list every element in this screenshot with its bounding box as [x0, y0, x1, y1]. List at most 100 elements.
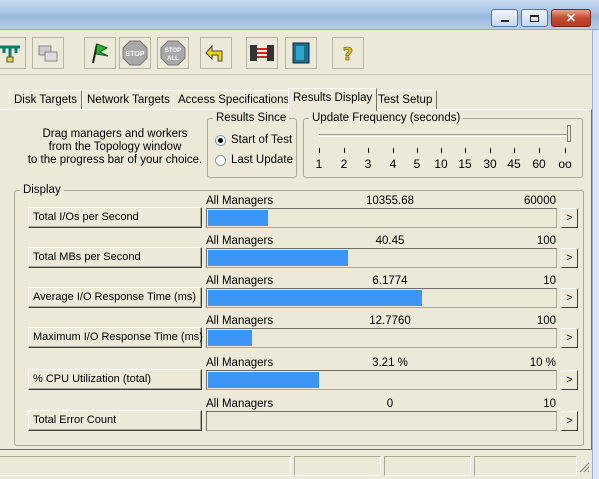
expand-arrow-button[interactable]: > — [561, 208, 578, 228]
stop-all-button[interactable]: STOP ALL — [157, 37, 189, 69]
workers-icon — [250, 45, 274, 61]
slider-tick-label: 45 — [507, 157, 521, 171]
copy-worker-button[interactable] — [32, 37, 64, 69]
metric-select-button[interactable]: % CPU Utilization (total) — [28, 369, 202, 390]
source-label: All Managers — [206, 195, 274, 207]
tab-network-targets[interactable]: Network Targets — [82, 90, 175, 110]
help-button[interactable]: ? — [332, 37, 364, 69]
expand-arrow-button[interactable]: > — [561, 288, 578, 308]
progress-bar[interactable] — [206, 411, 557, 431]
source-label: All Managers — [206, 235, 274, 247]
current-value: 10355.68 — [366, 195, 414, 207]
source-label: All Managers — [206, 275, 274, 287]
status-pane — [294, 456, 381, 476]
progress-bar[interactable] — [206, 208, 557, 228]
topology-button[interactable] — [0, 37, 26, 69]
slider-tick — [539, 148, 540, 153]
maximize-icon — [530, 14, 539, 22]
stop-icon: STOP — [122, 40, 148, 66]
workers-button[interactable] — [246, 37, 278, 69]
progress-fill — [208, 372, 319, 388]
radio-unselected-icon — [215, 154, 226, 166]
status-pane — [0, 456, 291, 476]
slider-tick-label: 2 — [340, 157, 348, 171]
current-value: 6.1774 — [372, 275, 408, 287]
progress-bar[interactable] — [206, 370, 557, 390]
stop-all-icon: STOP ALL — [160, 40, 186, 66]
svg-text:STOP: STOP — [165, 48, 181, 54]
exit-icon — [292, 42, 310, 64]
metric-select-button[interactable]: Total I/Os per Second — [28, 207, 202, 228]
max-value: 100 — [536, 235, 556, 247]
reset-button[interactable] — [200, 37, 232, 69]
slider-tick — [490, 148, 491, 153]
slider-tick-label: 10 — [434, 157, 448, 171]
slider-tick — [319, 148, 320, 153]
slider-tick-label: 60 — [532, 157, 546, 171]
svg-text:?: ? — [343, 44, 353, 65]
max-value: 60000 — [524, 195, 556, 207]
resize-grip-icon[interactable] — [578, 461, 590, 473]
tab-test-setup[interactable]: Test Setup — [373, 90, 438, 110]
slider-tick — [565, 148, 566, 153]
progress-fill — [208, 330, 252, 346]
expand-arrow-button[interactable]: > — [561, 370, 578, 390]
help-icon: ? — [342, 44, 353, 65]
slider-thumb[interactable] — [567, 125, 571, 142]
reset-icon — [205, 44, 223, 62]
last-update-radio[interactable]: Last Update — [215, 154, 293, 166]
current-value: 0 — [386, 398, 394, 410]
close-icon: ✕ — [565, 11, 577, 25]
minimize-button[interactable] — [491, 9, 518, 27]
toolbar: STOP STOP ALL ? — [0, 31, 599, 75]
exit-button[interactable] — [285, 37, 317, 69]
start-of-test-radio[interactable]: Start of Test — [215, 134, 292, 146]
expand-arrow-button[interactable]: > — [561, 328, 578, 348]
window-border — [592, 30, 599, 479]
stop-button[interactable]: STOP — [119, 37, 151, 69]
metric-select-button[interactable]: Maximum I/O Response Time (ms) — [28, 327, 203, 348]
progress-bar[interactable] — [206, 288, 557, 308]
copy-worker-icon — [38, 45, 58, 62]
metric-select-button[interactable]: Total MBs per Second — [28, 247, 202, 268]
slider-tick — [465, 148, 466, 153]
start-button[interactable] — [84, 37, 116, 69]
current-value: 40.45 — [375, 235, 405, 247]
expand-arrow-button[interactable]: > — [561, 248, 578, 268]
tab-results-display[interactable]: Results Display — [288, 88, 378, 111]
max-value: 10 — [543, 398, 556, 410]
max-value: 10 % — [529, 357, 556, 369]
svg-text:STOP: STOP — [126, 51, 145, 58]
slider-tick — [344, 148, 345, 153]
source-label: All Managers — [206, 357, 274, 369]
tab-access-specifications[interactable]: Access Specifications — [173, 90, 295, 110]
progress-fill — [208, 250, 348, 266]
metric-select-button[interactable]: Total Error Count — [28, 410, 202, 431]
current-value: 3.21 % — [372, 357, 408, 369]
status-pane — [384, 456, 471, 476]
radio-selected-icon — [215, 134, 226, 146]
update-frequency-slider[interactable] — [319, 134, 571, 137]
progress-bar[interactable] — [206, 328, 557, 348]
slider-tick — [417, 148, 418, 153]
slider-tick — [368, 148, 369, 153]
status-pane — [474, 456, 577, 476]
slider-tick-label: 5 — [413, 157, 421, 171]
slider-tick — [441, 148, 442, 153]
maximize-button[interactable] — [521, 9, 548, 27]
metric-select-button[interactable]: Average I/O Response Time (ms) — [28, 287, 202, 308]
slider-tick-label: 1 — [315, 157, 323, 171]
tab-strip: Disk Targets Network Targets Access Spec… — [0, 88, 599, 111]
slider-tick — [514, 148, 515, 153]
drag-hint: Drag managers and workers from the Topol… — [27, 128, 203, 166]
slider-tick-label: 3 — [364, 157, 372, 171]
expand-arrow-button[interactable]: > — [561, 411, 578, 431]
tab-disk-targets[interactable]: Disk Targets — [9, 90, 83, 110]
progress-bar[interactable] — [206, 248, 557, 268]
close-button[interactable]: ✕ — [551, 9, 591, 27]
slider-tick — [393, 148, 394, 153]
topology-icon — [0, 45, 20, 63]
max-value: 10 — [543, 275, 556, 287]
slider-tick-label: 15 — [458, 157, 472, 171]
slider-tick-label: oo — [558, 157, 572, 171]
